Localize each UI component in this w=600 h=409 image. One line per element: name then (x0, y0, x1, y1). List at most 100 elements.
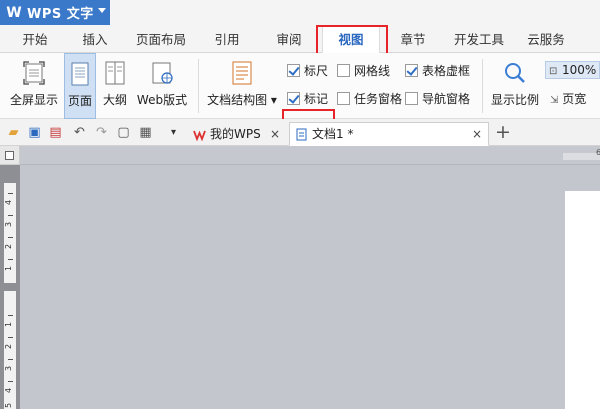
tab-chapter[interactable]: 章节 (390, 25, 436, 53)
marks-check-icon (287, 91, 300, 105)
document-page[interactable] (565, 191, 600, 409)
page-view-button[interactable]: 页面 (64, 53, 96, 119)
tab-cloud-service[interactable]: 云服务 (520, 25, 572, 53)
open-folder-icon[interactable]: ▰ (6, 125, 21, 140)
ruler-tick (8, 237, 13, 238)
export-pdf-icon[interactable]: ▤ (48, 125, 63, 140)
web-layout-label: Web版式 (136, 93, 188, 107)
tab-review[interactable]: 审阅 (266, 25, 312, 53)
ruler-tick (8, 215, 13, 216)
close-tab-icon[interactable]: × (270, 123, 280, 145)
page-width-label: 页宽 (562, 92, 587, 106)
marks-checkbox[interactable]: 标记 (287, 90, 328, 106)
ruler-tick (8, 193, 13, 194)
ruler-checkbox-label: 标尺 (304, 63, 329, 78)
fullscreen-label: 全屏显示 (9, 93, 58, 107)
separator (198, 59, 199, 113)
outline-view-label: 大纲 (102, 93, 127, 107)
nav-pane-check-icon (405, 91, 418, 105)
nav-pane-checkbox[interactable]: 导航窗格 (405, 90, 470, 106)
ruler-tick (8, 337, 13, 338)
new-tab-button[interactable]: + (495, 121, 511, 143)
nav-pane-checkbox-label: 导航窗格 (422, 91, 471, 106)
wps-logo-icon (193, 130, 206, 141)
outline-view-button[interactable]: 大纲 (98, 53, 132, 119)
print-icon[interactable]: ▦ (138, 125, 153, 140)
ruler-number: 3 (4, 221, 14, 228)
ruler-checkbox[interactable]: 标尺 (287, 62, 328, 78)
quick-access-bar: ▰ ▣ ▤ ↶ ↷ ▢ ▦ ▾ 我的WPS × 文档1 * × + (0, 119, 600, 146)
ruler-tick (8, 259, 13, 260)
wps-logo-icon: W (6, 4, 22, 21)
undo-icon[interactable]: ↶ (72, 125, 87, 140)
tab-developer[interactable]: 开发工具 (448, 25, 510, 53)
close-tab-icon[interactable]: × (472, 123, 482, 145)
title-bar: W WPS 文字 (0, 0, 600, 25)
tab-stop-icon (5, 151, 14, 160)
doc-tab-my-wps[interactable]: 我的WPS × (187, 122, 287, 146)
ruler-number: 5 (4, 402, 14, 409)
web-layout-icon (152, 62, 173, 84)
ruler-tick (8, 359, 13, 360)
tab-insert[interactable]: 插入 (72, 25, 118, 53)
ruler-number: 1 (4, 321, 14, 328)
zoom-100-button[interactable]: ⊡ 100% (545, 61, 600, 79)
ruler-number: 1 (4, 265, 14, 272)
ruler-number: 4 (4, 387, 14, 394)
doc-tab-label: 我的WPS (210, 127, 261, 141)
table-gridlines-check-icon (405, 63, 418, 77)
horizontal-ruler[interactable]: 6 (20, 146, 600, 165)
view-ribbon: 全屏显示 页面 大纲 Web版式 文档结构图 ▾ 标尺 标记 网格线 任务窗格 … (0, 53, 600, 163)
ruler-margin-band (563, 153, 600, 160)
customize-toolbar-icon[interactable]: ▾ (166, 125, 181, 140)
gridlines-checkbox[interactable]: 网格线 (337, 62, 390, 78)
print-preview-icon[interactable]: ▢ (116, 125, 131, 140)
dropdown-caret-icon (98, 8, 106, 13)
doc-tab-document1[interactable]: 文档1 * × (289, 122, 489, 146)
ruler-check-icon (287, 63, 300, 77)
document-map-icon (232, 61, 252, 85)
document-map-button[interactable]: 文档结构图 ▾ (204, 53, 280, 119)
marks-checkbox-label: 标记 (304, 91, 329, 106)
zoom-ratio-button[interactable]: 显示比例 (488, 53, 542, 119)
page-width-icon: ⇲ (550, 95, 559, 106)
gridlines-checkbox-label: 网格线 (354, 63, 391, 78)
table-gridlines-checkbox-label: 表格虚框 (422, 63, 471, 78)
menu-bar: 开始 插入 页面布局 引用 审阅 视图 章节 开发工具 云服务 (0, 25, 600, 54)
gridlines-check-icon (337, 63, 350, 77)
ruler-number: 2 (4, 343, 14, 350)
page-view-label: 页面 (67, 94, 92, 108)
ruler-number: 4 (4, 199, 14, 206)
tab-start[interactable]: 开始 (12, 25, 58, 53)
outline-view-icon (105, 61, 125, 85)
app-title: WPS 文字 (27, 7, 94, 22)
page-width-button[interactable]: ⇲ 页宽 (550, 90, 586, 107)
zoom-ratio-label: 显示比例 (490, 93, 539, 107)
task-pane-check-icon (337, 91, 350, 105)
table-gridlines-checkbox[interactable]: 表格虚框 (405, 62, 470, 78)
tab-page-layout[interactable]: 页面布局 (128, 25, 194, 53)
doc-tab-label: 文档1 * (312, 127, 354, 141)
task-pane-checkbox-label: 任务窗格 (354, 91, 403, 106)
ruler-number: 6 (596, 148, 600, 157)
app-menu-button[interactable]: W WPS 文字 (0, 0, 110, 25)
document-canvas (20, 165, 600, 409)
magnifier-icon (505, 63, 525, 83)
redo-icon[interactable]: ↷ (94, 125, 109, 140)
fullscreen-icon (23, 61, 45, 85)
tab-references[interactable]: 引用 (204, 25, 250, 53)
tab-view[interactable]: 视图 (322, 25, 380, 54)
save-icon[interactable]: ▣ (27, 125, 42, 140)
vertical-ruler[interactable]: 4 3 2 1 1 2 3 4 5 (0, 165, 20, 409)
ruler-number: 2 (4, 243, 14, 250)
zoom-100-label: 100% (562, 63, 597, 77)
ruler-tick (8, 381, 13, 382)
page-view-icon (71, 62, 89, 86)
fullscreen-button[interactable]: 全屏显示 (6, 53, 62, 119)
separator (482, 59, 483, 113)
zoom-100-icon: ⊡ (549, 66, 558, 77)
ruler-tick (8, 315, 13, 316)
task-pane-checkbox[interactable]: 任务窗格 (337, 90, 402, 106)
tab-stop-selector[interactable] (0, 146, 20, 165)
web-layout-button[interactable]: Web版式 (134, 53, 190, 119)
